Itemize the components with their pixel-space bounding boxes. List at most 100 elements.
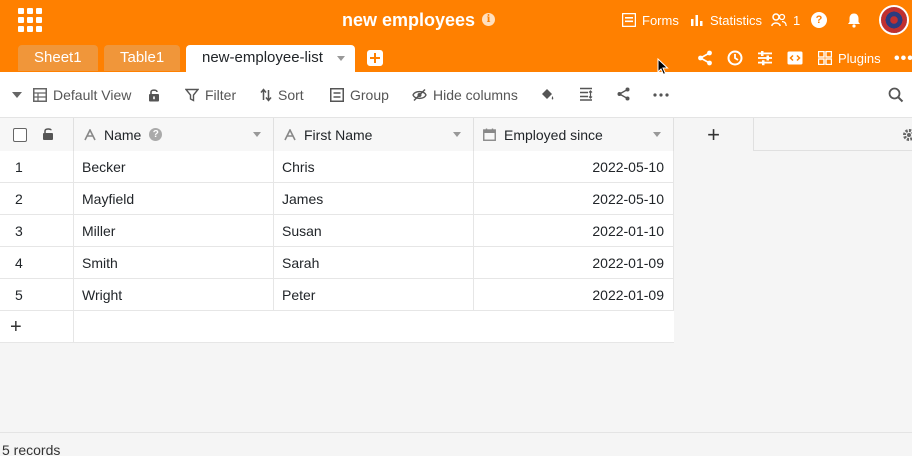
text-column-icon — [84, 128, 96, 140]
top-header: new employees i Forms Statistics 1 ? She… — [0, 0, 912, 72]
sort-label: Sort — [278, 87, 304, 103]
table-row[interactable]: 2 Mayfield James 2022-05-10 — [0, 183, 674, 215]
statistics-label: Statistics — [710, 12, 763, 28]
plugins-label: Plugins — [838, 50, 881, 66]
history-icon[interactable] — [726, 49, 744, 67]
group-label: Group — [350, 87, 389, 103]
hide-columns-button[interactable]: Hide columns — [412, 87, 518, 103]
cell-employed-since[interactable]: 2022-01-10 — [474, 215, 674, 247]
lock-icon[interactable] — [148, 88, 160, 102]
table-row[interactable]: 3 Miller Susan 2022-01-10 — [0, 215, 674, 247]
cell-name[interactable]: Smith — [74, 247, 274, 279]
filter-label: Filter — [205, 87, 237, 103]
row-number: 4 — [0, 247, 74, 279]
column-description-icon[interactable]: ? — [149, 128, 163, 141]
cell-first-name[interactable]: Susan — [274, 215, 474, 247]
code-icon[interactable] — [786, 49, 804, 67]
statistics-button[interactable]: Statistics — [690, 11, 762, 29]
row-select-header — [0, 118, 74, 151]
cell-first-name[interactable]: James — [274, 183, 474, 215]
record-count: 5 records — [2, 442, 61, 456]
table-row[interactable]: 4 Smith Sarah 2022-01-09 — [0, 247, 674, 279]
view-label: Default View — [53, 87, 132, 103]
bar-chart-icon — [691, 15, 703, 26]
view-selector[interactable]: Default View — [33, 87, 131, 103]
column-label: Name — [104, 126, 142, 143]
chevron-down-icon[interactable] — [653, 132, 661, 137]
chevron-down-icon[interactable] — [253, 132, 261, 137]
table-view-icon — [33, 88, 47, 102]
cell-name[interactable]: Wright — [74, 279, 274, 311]
chevron-down-icon[interactable] — [336, 56, 345, 61]
share-icon[interactable] — [696, 49, 714, 67]
group-button[interactable]: Group — [330, 87, 389, 103]
info-icon[interactable]: i — [482, 13, 495, 26]
notification-bell-icon[interactable] — [846, 12, 862, 28]
cell-first-name[interactable]: Sarah — [274, 247, 474, 279]
search-icon[interactable] — [888, 87, 904, 103]
column-header-name[interactable]: Name ? — [74, 118, 274, 151]
column-label: Employed since — [504, 126, 603, 143]
chevron-down-icon[interactable] — [453, 132, 461, 137]
row-number: 5 — [0, 279, 74, 311]
sort-icon — [260, 88, 272, 102]
filter-button[interactable]: Filter — [185, 87, 236, 103]
status-footer: 5 records — [0, 432, 912, 456]
paint-bucket-icon[interactable] — [540, 87, 555, 102]
cell-name[interactable]: Miller — [74, 215, 274, 247]
base-title: new employees — [342, 10, 476, 30]
gear-icon[interactable] — [902, 128, 912, 142]
add-column-icon: + — [707, 121, 720, 147]
tab-new-employee-list[interactable]: new-employee-list — [186, 45, 355, 72]
select-all-checkbox[interactable] — [13, 128, 27, 142]
users-icon — [771, 13, 787, 27]
row-number: 2 — [0, 183, 74, 215]
grid-header: Name ? First Name Employed since + — [0, 118, 912, 151]
add-column-button[interactable]: + — [674, 118, 754, 151]
filter-icon — [185, 88, 199, 102]
unlock-icon[interactable] — [42, 127, 54, 141]
settings-sliders-icon[interactable] — [756, 49, 774, 67]
view-list-toggle[interactable] — [12, 92, 22, 98]
cell-employed-since[interactable]: 2022-01-09 — [474, 247, 674, 279]
cell-first-name[interactable]: Chris — [274, 151, 474, 183]
cell-employed-since[interactable]: 2022-01-09 — [474, 279, 674, 311]
cell-first-name[interactable]: Peter — [274, 279, 474, 311]
tab-label: new-employee-list — [202, 49, 323, 66]
grid-body: 1 Becker Chris 2022-05-10 2 Mayfield Jam… — [0, 151, 674, 343]
cell-employed-since[interactable]: 2022-05-10 — [474, 183, 674, 215]
eye-slash-icon — [412, 88, 427, 102]
column-header-first-name[interactable]: First Name — [274, 118, 474, 151]
cell-name[interactable]: Becker — [74, 151, 274, 183]
cell-name[interactable]: Mayfield — [74, 183, 274, 215]
text-column-icon — [284, 128, 296, 140]
column-header-employed-since[interactable]: Employed since — [474, 118, 674, 151]
collaborators-button[interactable]: 1 — [771, 11, 800, 29]
group-icon — [330, 88, 344, 102]
add-row-icon: + — [10, 316, 22, 338]
hide-columns-label: Hide columns — [433, 87, 518, 103]
row-height-icon[interactable] — [579, 87, 593, 101]
more-icon[interactable] — [653, 93, 669, 97]
forms-label: Forms — [642, 12, 679, 28]
more-options-icon[interactable]: ••• — [894, 50, 912, 68]
forms-button[interactable]: Forms — [622, 11, 679, 29]
add-row-button[interactable]: + — [0, 311, 674, 343]
sort-button[interactable]: Sort — [260, 87, 304, 103]
collaborators-count: 1 — [793, 12, 801, 28]
column-label: First Name — [304, 126, 373, 143]
tab-table1[interactable]: Table1 — [104, 45, 181, 71]
tab-sheet1[interactable]: Sheet1 — [18, 45, 98, 71]
table-row[interactable]: 1 Becker Chris 2022-05-10 — [0, 151, 674, 183]
add-table-button[interactable] — [367, 50, 383, 66]
plugins-button[interactable]: Plugins — [818, 49, 881, 67]
apps-grid-icon[interactable] — [18, 8, 42, 32]
row-number: 3 — [0, 215, 74, 247]
user-avatar[interactable] — [879, 5, 909, 35]
plugins-icon — [818, 51, 832, 65]
help-icon[interactable]: ? — [811, 12, 827, 28]
table-row[interactable]: 5 Wright Peter 2022-01-09 — [0, 279, 674, 311]
calendar-icon — [483, 128, 496, 141]
cell-employed-since[interactable]: 2022-05-10 — [474, 151, 674, 183]
share-view-icon[interactable] — [616, 87, 631, 101]
